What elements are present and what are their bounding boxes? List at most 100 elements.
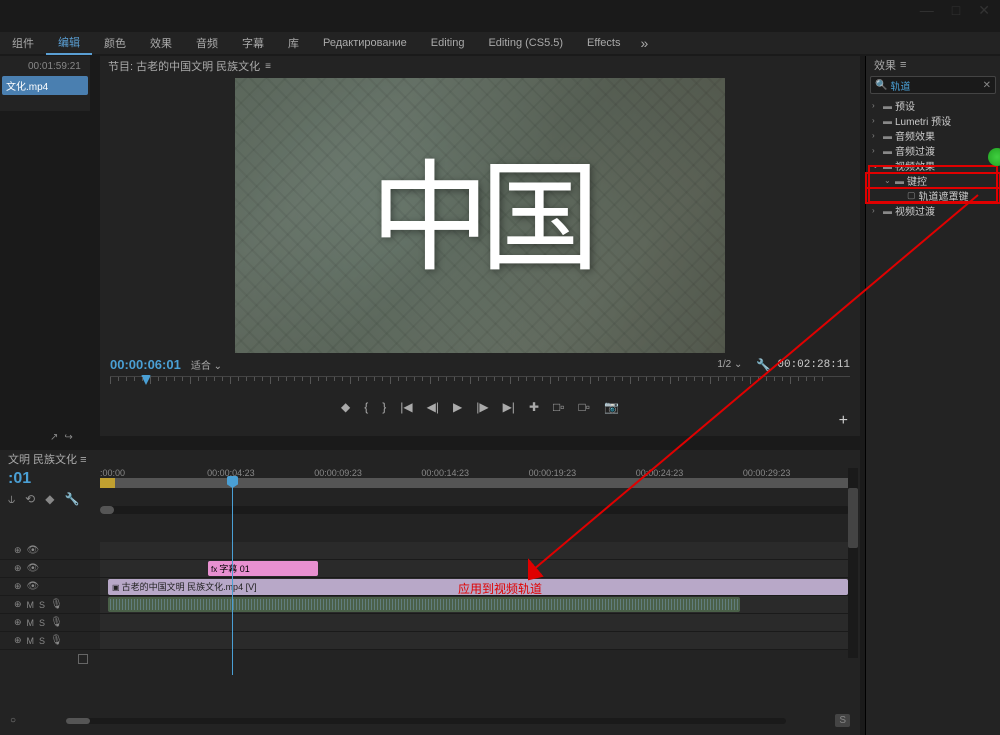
wrench-icon[interactable]: 🔧 xyxy=(64,492,79,507)
audio-clip[interactable] xyxy=(108,597,740,612)
effects-tree-item[interactable]: ›▬音频过渡 xyxy=(866,143,1000,158)
workspace-tabs: 组件 编辑 颜色 效果 音频 字幕 库 Редактирование Editi… xyxy=(0,32,1000,54)
export-icon[interactable]: ↪ xyxy=(64,432,72,443)
tab-effects-en[interactable]: Effects xyxy=(575,34,632,52)
folder-icon: ▬ xyxy=(883,101,892,111)
timeline-playhead[interactable] xyxy=(232,478,233,675)
timeline-v-scroll[interactable] xyxy=(848,468,858,658)
program-tc-duration: 00:02:28:11 xyxy=(777,359,850,371)
search-icon: 🔍 xyxy=(875,80,887,91)
go-to-out-icon[interactable]: ▶| xyxy=(503,400,515,414)
mic-icon: 🎙 xyxy=(50,635,63,646)
snap-icon[interactable]: ⫝ xyxy=(8,492,15,507)
timeline-ruler[interactable]: :00:00 00:00:04:23 00:00:09:23 00:00:14:… xyxy=(100,478,850,498)
timeline-bottom: ○ S xyxy=(10,714,850,727)
effects-tree-item[interactable]: ▢轨道遮罩键 xyxy=(866,188,1000,203)
track-head-v2[interactable]: ⊕👁 xyxy=(0,560,100,578)
track-a1[interactable] xyxy=(100,596,850,614)
track-head-a1[interactable]: ⊕MS🎙 xyxy=(0,596,100,614)
share-icon[interactable]: ↗ xyxy=(50,432,58,443)
effects-tree-item[interactable]: ›▬预设 xyxy=(866,98,1000,113)
add-button[interactable]: + xyxy=(839,412,848,430)
settings-wrench-icon[interactable]: 🔧 xyxy=(756,358,771,372)
program-panel: 节目: 古老的中国文明 民族文化 ≡ 中国 00:00:06:01 适合 ⌄ 1… xyxy=(100,56,860,436)
timeline-header: 文明 民族文化 ≡ xyxy=(0,450,860,468)
mark-out-icon[interactable]: { xyxy=(364,400,368,414)
panel-menu-icon[interactable]: ≡ xyxy=(265,61,271,72)
chevron-icon: › xyxy=(872,206,880,215)
track-v3[interactable] xyxy=(100,542,850,560)
minimize-button[interactable]: — xyxy=(920,2,934,19)
program-ruler[interactable] xyxy=(110,376,850,394)
timeline-playhead-tc[interactable]: :01 xyxy=(8,470,31,488)
tab-editing-cs55[interactable]: Editing (CS5.5) xyxy=(476,34,575,52)
folder-icon: ▬ xyxy=(883,161,892,171)
tab-library[interactable]: 库 xyxy=(276,32,311,54)
track-head-a2[interactable]: ⊕MS🎙 xyxy=(0,614,100,632)
tree-item-label: 视频过渡 xyxy=(895,203,935,218)
subtitle-clip[interactable]: fx字幕 01 xyxy=(208,561,318,576)
more-tabs-button[interactable]: » xyxy=(640,35,648,51)
selection-cue xyxy=(78,654,88,664)
effects-tree-item[interactable]: ⌄▬键控 xyxy=(866,173,1000,188)
timeline-s-badge[interactable]: S xyxy=(835,714,850,727)
mark-in-icon[interactable]: ◆ xyxy=(341,400,350,414)
time-labels: :00:00 00:00:04:23 00:00:09:23 00:00:14:… xyxy=(100,468,850,478)
fit-dropdown[interactable]: 适合 ⌄ xyxy=(191,357,222,372)
close-button[interactable]: ✕ xyxy=(978,2,990,19)
tab-components[interactable]: 组件 xyxy=(0,32,46,54)
tab-editing-ru[interactable]: Редактирование xyxy=(311,34,419,52)
timeline-h-scroll[interactable] xyxy=(100,506,850,514)
effects-tree-item[interactable]: ›▬Lumetri 预设 xyxy=(866,113,1000,128)
tab-color[interactable]: 颜色 xyxy=(92,32,138,54)
maximize-button[interactable]: □ xyxy=(952,2,960,19)
tree-item-label: 视频效果 xyxy=(895,158,935,173)
program-timecode-row: 00:00:06:01 适合 ⌄ 1/2 ⌄ 🔧 00:02:28:11 xyxy=(100,353,860,376)
source-clip[interactable]: 文化.mp4 xyxy=(2,76,88,95)
panel-menu-icon[interactable]: ≡ xyxy=(900,59,906,71)
effects-tree-item[interactable]: ›▬音频效果 xyxy=(866,128,1000,143)
search-query: 轨道 xyxy=(890,78,982,93)
eye-icon: 👁 xyxy=(27,545,40,556)
marker-icon[interactable]: ◆ xyxy=(45,492,54,507)
clip-icon: ▣ xyxy=(112,583,120,592)
track-head-v3[interactable]: ⊕👁 xyxy=(0,542,100,560)
effects-tree-item[interactable]: ›▬视频过渡 xyxy=(866,203,1000,218)
project-tool-icons: ↗ ↪ xyxy=(50,432,73,443)
timeline-zoom[interactable] xyxy=(66,718,786,724)
effects-search[interactable]: 🔍 轨道 ✕ xyxy=(870,76,996,94)
program-tc-current[interactable]: 00:00:06:01 xyxy=(110,357,181,372)
timeline-o-icon[interactable]: ○ xyxy=(10,715,16,726)
step-fwd-icon[interactable]: |▶ xyxy=(476,400,488,414)
annotation-label: 应用到视频轨道 xyxy=(458,580,542,597)
preset-icon: ▢ xyxy=(907,190,916,201)
go-to-in-icon[interactable]: |◀ xyxy=(400,400,412,414)
tab-edit[interactable]: 编辑 xyxy=(46,31,92,55)
tab-audio[interactable]: 音频 xyxy=(184,32,230,54)
effects-tree-item[interactable]: ⌄▬视频效果 xyxy=(866,158,1000,173)
track-head-v1[interactable]: ⊕👁 xyxy=(0,578,100,596)
program-monitor[interactable]: 中国 xyxy=(235,78,725,353)
tab-effects[interactable]: 效果 xyxy=(138,32,184,54)
track-head-a3[interactable]: ⊕MS🎙 xyxy=(0,632,100,650)
track-a2[interactable] xyxy=(100,614,850,632)
clear-search-icon[interactable]: ✕ xyxy=(983,80,991,91)
tree-item-label: 预设 xyxy=(895,98,915,113)
track-v2[interactable]: fx字幕 01 xyxy=(100,560,850,578)
link-icon[interactable]: ⟲ xyxy=(25,492,35,507)
chevron-icon: ⌄ xyxy=(872,161,880,170)
mark-clip-icon[interactable]: } xyxy=(382,400,386,414)
chevron-icon: › xyxy=(872,146,880,155)
program-title: 节目: 古老的中国文明 民族文化 xyxy=(108,58,260,74)
step-back-icon[interactable]: ◀| xyxy=(427,400,439,414)
extract-icon[interactable]: □▫ xyxy=(553,400,565,414)
zoom-dropdown[interactable]: 1/2 ⌄ xyxy=(717,359,742,370)
export-frame-icon[interactable]: □▫ xyxy=(579,400,591,414)
camera-icon[interactable]: 📷 xyxy=(604,400,619,414)
tab-editing[interactable]: Editing xyxy=(419,34,477,52)
lift-icon[interactable]: ✚ xyxy=(529,400,539,414)
play-icon[interactable]: ▶ xyxy=(453,400,462,414)
sequence-name[interactable]: 文明 民族文化 xyxy=(8,454,77,466)
track-a3[interactable] xyxy=(100,632,850,650)
tab-captions[interactable]: 字幕 xyxy=(230,32,276,54)
